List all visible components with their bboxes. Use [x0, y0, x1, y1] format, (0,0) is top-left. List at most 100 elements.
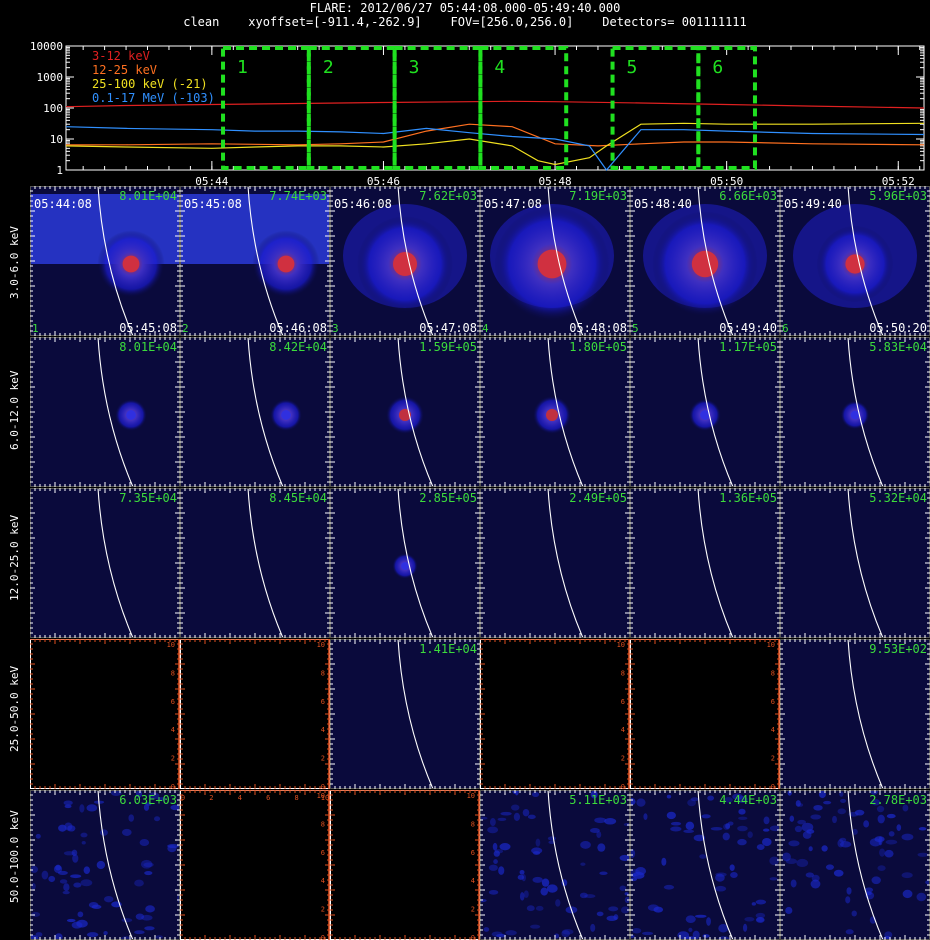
empty-axis-tick: 6	[266, 794, 270, 802]
interval-box	[478, 46, 569, 170]
panel-frame	[630, 639, 780, 789]
empty-axis-tick: 10	[167, 641, 175, 649]
empty-axis-tick: 10	[317, 641, 325, 649]
noise-blob	[846, 887, 852, 895]
noise-blob	[769, 856, 779, 866]
noise-blob	[519, 869, 525, 875]
noise-blob	[62, 890, 70, 895]
panel-frame	[30, 337, 180, 487]
panel-frame	[180, 488, 330, 638]
noise-blob	[155, 935, 163, 939]
image-panel: 7.35E+04	[30, 488, 180, 638]
panel-frame	[480, 639, 630, 789]
noise-blob	[608, 906, 619, 912]
noise-blob	[480, 816, 488, 820]
noise-blob	[531, 847, 543, 854]
image-panel: 1.17E+05	[630, 337, 780, 487]
noise-blob	[66, 918, 76, 923]
noise-blob	[35, 833, 41, 839]
noise-blob	[597, 843, 606, 852]
noise-blob	[500, 811, 512, 816]
y-tick-label: 1	[56, 164, 63, 177]
empty-axis-tick: 0	[321, 783, 325, 789]
noise-blob	[789, 815, 795, 822]
empty-axis-tick: 10	[321, 794, 329, 802]
noise-blob	[521, 874, 526, 882]
noise-blob	[632, 871, 645, 879]
noise-blob	[845, 929, 854, 935]
panel-canvas: 0 2 4 6 8 10	[330, 790, 480, 940]
empty-axis-tick: 8	[171, 669, 175, 677]
noise-blob	[810, 814, 822, 820]
noise-blob	[540, 887, 549, 896]
legend-entry: 25-100 keV (-21)	[92, 77, 208, 91]
noise-blob	[810, 879, 821, 889]
noise-blob	[688, 927, 693, 933]
noise-blob	[802, 831, 812, 839]
noise-blob	[795, 800, 801, 807]
source-core	[277, 255, 295, 273]
noise-blob	[641, 931, 654, 936]
interval-start-time: 05:48:40	[634, 197, 692, 211]
panel-canvas	[180, 488, 330, 638]
noise-blob	[505, 930, 517, 936]
panel-canvas	[480, 790, 630, 940]
noise-blob	[901, 872, 913, 879]
empty-axis-tick: 4	[621, 726, 625, 734]
panel-canvas	[30, 488, 180, 638]
noise-blob	[86, 804, 98, 812]
noise-blob	[796, 858, 809, 868]
noise-blob	[546, 884, 558, 893]
interval-index: 2	[182, 322, 189, 335]
noise-blob	[487, 826, 499, 834]
noise-blob	[594, 817, 607, 824]
empty-axis-tick: 4	[238, 794, 242, 802]
noise-blob	[55, 864, 61, 871]
panel-frame	[30, 488, 180, 638]
image-panel: 0 2 4 6 8 10	[180, 639, 330, 789]
empty-axis-tick: 8	[471, 820, 475, 828]
interval-label: 5	[627, 57, 638, 78]
panel-canvas	[330, 488, 480, 638]
noise-blob	[590, 923, 596, 932]
image-panel: 4.44E+03	[630, 790, 780, 940]
noise-blob	[63, 851, 76, 856]
noise-blob	[685, 821, 695, 830]
panel-peak-value: 5.32E+04	[869, 491, 927, 505]
empty-axis-tick: 6	[771, 698, 775, 706]
panel-peak-value: 1.59E+05	[419, 340, 477, 354]
interval-end-time: 05:50:20	[869, 321, 927, 335]
noise-blob	[63, 883, 70, 892]
image-panel: 1.80E+05	[480, 337, 630, 487]
panel-peak-value: 2.78E+03	[869, 793, 927, 807]
panel-canvas	[330, 639, 480, 789]
image-grid: 3.0-6.0 keV 6.0-12.0 keV 12.0-25.0 keV 25.0…	[0, 186, 930, 940]
panel-peak-value: 7.74E+03	[269, 189, 327, 203]
noise-blob	[788, 840, 800, 847]
noise-blob	[877, 865, 886, 872]
image-panel: 5.32E+04	[780, 488, 930, 638]
empty-axis-tick: 8	[294, 794, 298, 802]
empty-axis-tick: 2	[321, 906, 325, 914]
noise-blob	[715, 873, 725, 882]
noise-blob	[823, 800, 832, 805]
noise-blob	[100, 829, 108, 836]
image-panel: 0 2 4 6 8 10	[330, 790, 480, 940]
noise-blob	[877, 814, 885, 824]
noise-blob	[918, 826, 927, 831]
noise-blob	[670, 821, 682, 826]
empty-axis-tick: 10	[617, 641, 625, 649]
noise-blob	[535, 905, 544, 911]
panel-frame	[630, 488, 780, 638]
empty-axis-tick: 0	[771, 783, 775, 789]
empty-axis-tick: 4	[471, 877, 475, 885]
noise-blob	[666, 794, 672, 799]
noise-blob	[636, 798, 646, 807]
noise-blob	[738, 808, 746, 815]
empty-axis-tick: 6	[471, 849, 475, 857]
panel-peak-value: 6.03E+03	[119, 793, 177, 807]
interval-box	[221, 46, 311, 170]
noise-blob	[884, 849, 894, 858]
noise-blob	[737, 838, 747, 846]
noise-blob	[59, 879, 68, 884]
